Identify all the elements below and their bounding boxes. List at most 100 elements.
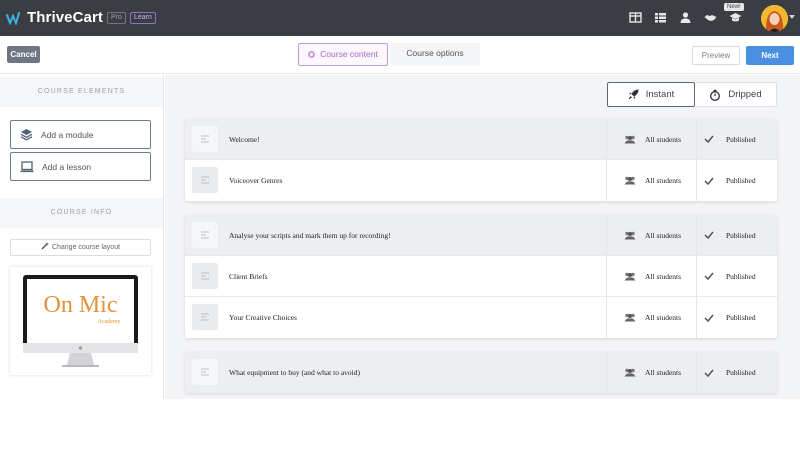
module-title[interactable]: What equipment to buy (and what to avoid… — [229, 368, 360, 377]
access-cell[interactable]: All students — [606, 215, 696, 255]
drag-handle-icon[interactable] — [192, 263, 218, 289]
stopwatch-icon — [710, 89, 721, 101]
change-course-layout-button[interactable]: Change course layout — [10, 239, 151, 256]
learn-badge: Learn — [129, 11, 156, 24]
lesson-row[interactable]: Your Creative Choices All students Publi… — [185, 297, 777, 338]
drag-handle-icon[interactable] — [192, 222, 218, 248]
access-cell[interactable]: All students — [606, 256, 696, 296]
action-bar: Cancel Course content Course options Pre… — [0, 36, 800, 74]
users-icon — [624, 231, 636, 239]
status-cell[interactable]: Published — [696, 119, 777, 159]
drag-handle-icon[interactable] — [192, 359, 218, 385]
access-cell[interactable]: All students — [606, 352, 696, 393]
drag-handle-icon[interactable] — [192, 167, 218, 193]
dripped-delivery-toggle[interactable]: Dripped — [695, 82, 777, 107]
add-module-label: Add a module — [41, 129, 94, 140]
imac-course-image: On Mic Academy — [23, 275, 138, 367]
checkmark-icon — [704, 369, 714, 377]
access-label: All students — [645, 230, 682, 240]
users-icon — [624, 272, 636, 280]
lesson-row[interactable]: Client Briefs All students Published — [185, 256, 777, 297]
access-cell[interactable]: All students — [606, 160, 696, 201]
handshake-icon[interactable] — [704, 11, 717, 24]
course-content-icon — [308, 51, 316, 58]
list-icon[interactable] — [654, 11, 667, 24]
status-label: Published — [726, 176, 756, 185]
module-card[interactable]: Analyse your scripts and mark them up fo… — [185, 215, 777, 338]
avatar[interactable] — [761, 5, 788, 32]
access-cell[interactable]: All students — [606, 119, 696, 159]
course-sidebar: COURSE ELEMENTS Add a module Add a lesso… — [0, 75, 164, 399]
pro-badge: Pro — [107, 11, 126, 24]
tab-course-options[interactable]: Course options — [390, 43, 480, 66]
lesson-row[interactable]: Voiceover Genres All students Published — [185, 160, 777, 201]
instant-delivery-toggle[interactable]: Instant — [607, 82, 695, 107]
checkmark-icon — [704, 231, 714, 239]
module-row[interactable]: What equipment to buy (and what to avoid… — [185, 352, 777, 393]
user-icon[interactable] — [679, 11, 692, 24]
dripped-label: Dripped — [728, 89, 762, 100]
status-cell[interactable]: Published — [696, 297, 777, 338]
status-cell[interactable]: Published — [696, 215, 777, 255]
access-label: All students — [645, 368, 682, 377]
course-elements-heading: COURSE ELEMENTS — [0, 77, 163, 107]
access-cell[interactable]: All students — [606, 297, 696, 338]
preview-button[interactable]: Preview — [692, 46, 740, 65]
new-badge: New! — [724, 3, 744, 11]
users-icon — [624, 135, 636, 143]
thrivecart-logo-icon — [6, 11, 20, 25]
lesson-title[interactable]: Voiceover Genres — [229, 176, 282, 185]
module-card[interactable]: Welcome! All students Published Voiceove… — [185, 119, 777, 201]
status-label: Published — [726, 368, 756, 377]
laptop-icon — [20, 160, 34, 172]
add-lesson-label: Add a lesson — [42, 161, 92, 172]
thumbnail-logo-subtext: Academy — [98, 319, 121, 325]
change-course-layout-label: Change course layout — [51, 244, 121, 251]
status-cell[interactable]: Published — [696, 160, 777, 201]
users-icon — [624, 176, 636, 185]
add-module-button[interactable]: Add a module — [10, 120, 151, 149]
access-label: All students — [645, 176, 682, 185]
layers-icon — [20, 129, 33, 141]
brand-logo[interactable]: ThriveCart Pro Learn — [6, 9, 156, 26]
top-nav-icons — [629, 11, 742, 24]
module-title[interactable]: Analyse your scripts and mark them up fo… — [229, 231, 391, 240]
course-content-area: Instant Dripped Welcome! All students Pu… — [165, 75, 800, 399]
brand-name: ThriveCart — [27, 9, 104, 26]
users-icon — [624, 368, 636, 377]
instant-label: Instant — [645, 89, 675, 100]
module-row[interactable]: Analyse your scripts and mark them up fo… — [185, 215, 777, 256]
status-label: Published — [726, 271, 756, 281]
layout-icon[interactable] — [629, 11, 642, 24]
thumbnail-logo-text: On Mic — [44, 292, 118, 318]
status-label: Published — [726, 134, 756, 144]
magic-wand-icon — [41, 242, 49, 250]
status-label: Published — [726, 230, 756, 240]
graduation-cap-icon[interactable] — [729, 11, 742, 24]
access-label: All students — [645, 271, 682, 281]
checkmark-icon — [704, 177, 714, 185]
drag-handle-icon[interactable] — [192, 126, 218, 152]
rocket-icon — [628, 89, 639, 100]
status-cell[interactable]: Published — [696, 256, 777, 296]
drag-handle-icon[interactable] — [192, 304, 218, 330]
checkmark-icon — [704, 314, 714, 322]
tab-course-options-label: Course options — [406, 48, 464, 58]
course-thumbnail[interactable]: On Mic Academy — [10, 267, 151, 375]
course-info-heading: COURSE INFO — [0, 198, 163, 228]
module-title[interactable]: Welcome! — [229, 135, 260, 144]
module-row[interactable]: Welcome! All students Published — [185, 119, 777, 160]
user-avatar-image — [761, 5, 788, 32]
lesson-title[interactable]: Client Briefs — [229, 272, 268, 281]
chevron-down-icon[interactable] — [789, 15, 795, 19]
tab-course-content[interactable]: Course content — [298, 43, 388, 66]
module-card[interactable]: What equipment to buy (and what to avoid… — [185, 352, 777, 393]
checkmark-icon — [704, 272, 714, 280]
add-lesson-button[interactable]: Add a lesson — [10, 152, 151, 181]
top-navigation-bar: ThriveCart Pro Learn New! — [0, 0, 800, 36]
cancel-button[interactable]: Cancel — [7, 46, 40, 63]
next-button[interactable]: Next — [746, 46, 794, 65]
access-label: All students — [645, 134, 682, 144]
status-cell[interactable]: Published — [696, 352, 777, 393]
lesson-title[interactable]: Your Creative Choices — [229, 313, 297, 322]
